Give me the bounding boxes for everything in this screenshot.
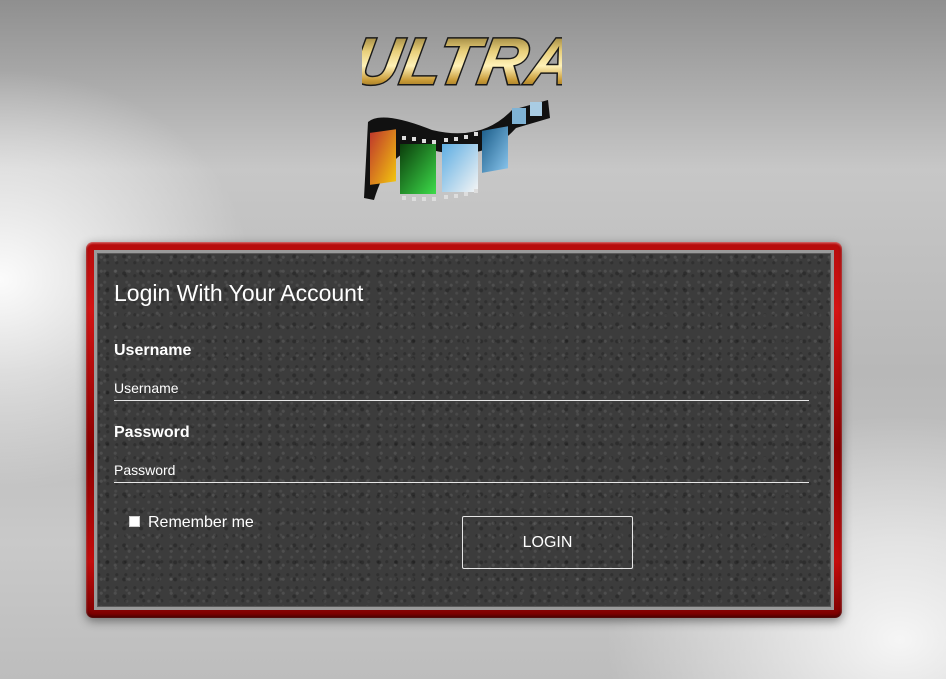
film-reel-logo-icon: ULTRA [362, 24, 562, 201]
ultra-logo: ULTRA [362, 22, 562, 207]
remember-me-label: Remember me [148, 514, 254, 531]
password-input[interactable] [114, 457, 809, 483]
login-button[interactable]: LOGIN [462, 516, 633, 569]
login-panel: Login With Your Account Username Passwor… [94, 250, 834, 610]
remember-me[interactable]: Remember me [129, 514, 254, 532]
username-input[interactable] [114, 375, 809, 401]
login-panel-frame: Login With Your Account Username Passwor… [86, 242, 842, 618]
remember-me-checkbox[interactable] [129, 515, 140, 527]
username-label: Username [114, 342, 192, 359]
login-title: Login With Your Account [114, 280, 364, 306]
svg-text:ULTRA: ULTRA [362, 25, 562, 98]
password-label: Password [114, 424, 190, 441]
